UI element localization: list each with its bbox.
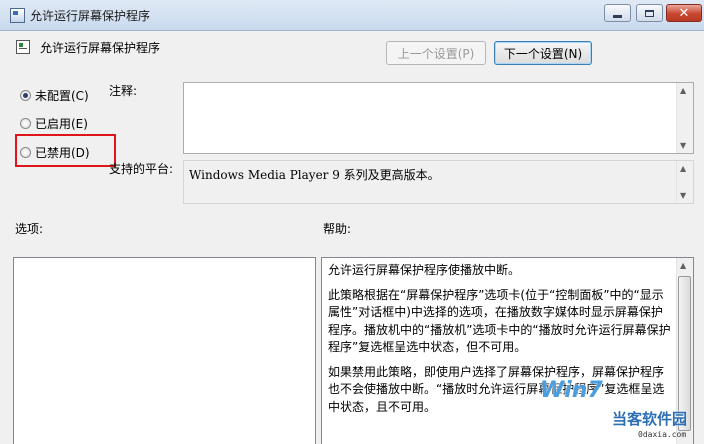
help-panel: 允许运行屏幕保护程序使播放中断。 此策略根据在“屏幕保护程序”选项卡(位于“控制… xyxy=(321,257,694,444)
platform-label: 支持的平台: xyxy=(109,162,174,176)
setting-title: 允许运行屏幕保护程序 xyxy=(40,41,161,55)
scroll-up-icon[interactable]: ▲ xyxy=(680,164,686,173)
maximize-button[interactable] xyxy=(636,4,663,22)
comment-label: 注释: xyxy=(109,84,138,98)
platform-scrollbar[interactable]: ▲ ▼ xyxy=(676,161,693,203)
radio-label: 未配置(C) xyxy=(35,89,89,103)
minimize-button[interactable] xyxy=(604,4,631,22)
close-button[interactable]: ✕ xyxy=(666,4,702,22)
scroll-down-icon[interactable]: ▼ xyxy=(680,141,686,150)
platform-value: Windows Media Player 9 系列及更高版本。 xyxy=(189,168,440,182)
help-paragraph: 允许运行屏幕保护程序使播放中断。 xyxy=(328,263,521,277)
policy-app-icon xyxy=(10,8,25,23)
radio-label: 已启用(E) xyxy=(35,117,88,131)
radio-enabled[interactable]: 已启用(E) xyxy=(20,115,88,132)
radio-not-configured[interactable]: 未配置(C) xyxy=(20,87,89,104)
window-title: 允许运行屏幕保护程序 xyxy=(30,9,151,23)
radio-button-icon xyxy=(20,118,31,129)
policy-setting-icon xyxy=(16,40,30,54)
minimize-icon xyxy=(613,14,622,18)
close-icon: ✕ xyxy=(678,5,690,21)
help-text: 允许运行屏幕保护程序使播放中断。 此策略根据在“屏幕保护程序”选项卡(位于“控制… xyxy=(328,262,674,423)
next-setting-button[interactable]: 下一个设置(N) xyxy=(494,41,592,65)
options-label: 选项: xyxy=(15,222,44,236)
radio-button-icon xyxy=(20,90,31,101)
red-highlight-annotation xyxy=(15,134,116,167)
platform-field: Windows Media Player 9 系列及更高版本。 ▲ ▼ xyxy=(183,160,694,204)
comment-textarea[interactable]: ▲ ▼ xyxy=(183,82,694,154)
title-bar: 允许运行屏幕保护程序 ✕ xyxy=(0,0,704,31)
previous-setting-button[interactable]: 上一个设置(P) xyxy=(386,41,486,65)
options-panel xyxy=(13,257,316,444)
scrollbar-thumb[interactable] xyxy=(678,276,691,431)
scroll-up-icon[interactable]: ▲ xyxy=(680,86,686,95)
help-scrollbar[interactable]: ▲ xyxy=(676,258,693,444)
help-paragraph: 此策略根据在“屏幕保护程序”选项卡(位于“控制面板”中的“显示属性”对话框中)中… xyxy=(328,287,671,355)
scroll-up-icon[interactable]: ▲ xyxy=(680,261,686,270)
scroll-down-icon[interactable]: ▼ xyxy=(680,191,686,200)
help-paragraph: 如果禁用此策略，即使用户选择了屏幕保护程序，屏幕保护程序也不会使播放中断。“播放… xyxy=(328,364,665,414)
help-label: 帮助: xyxy=(323,222,352,236)
maximize-icon xyxy=(645,9,654,17)
comment-scrollbar[interactable]: ▲ ▼ xyxy=(676,83,693,153)
